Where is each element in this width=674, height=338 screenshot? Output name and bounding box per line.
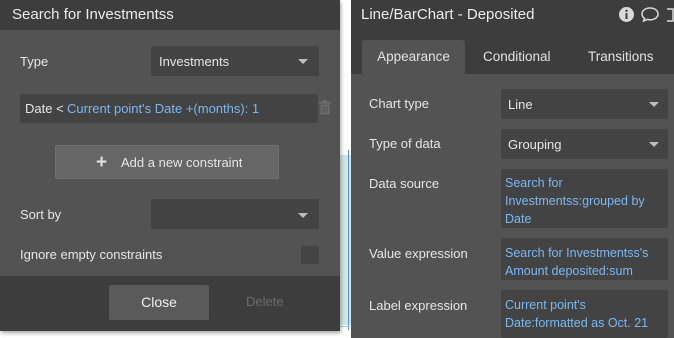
sort-by-dropdown[interactable] [151, 199, 319, 229]
property-tabs: Appearance Conditional Transitions [351, 30, 674, 74]
type-label: Type [20, 54, 49, 69]
info-icon[interactable] [619, 7, 634, 22]
type-dropdown[interactable]: Investments [151, 46, 319, 76]
trash-icon[interactable] [319, 100, 331, 115]
delete-button[interactable]: Delete [246, 294, 284, 309]
ignore-empty-checkbox[interactable] [301, 246, 319, 264]
chart-type-label: Chart type [369, 96, 429, 111]
type-of-data-dropdown[interactable]: Grouping [501, 129, 668, 159]
label-expression-field[interactable]: Current point's Date:formatted as Oct. 2… [501, 290, 668, 338]
value-expression-label: Value expression [369, 246, 468, 261]
search-panel-header[interactable]: Search for Investmentss [0, 0, 340, 30]
add-constraint-button[interactable]: + Add a new constraint [55, 145, 279, 179]
constraint-row[interactable]: Date < Current point's Date +(months): 1 [20, 94, 318, 123]
search-editor-panel: Search for Investmentss Type Investments… [0, 0, 340, 331]
constraint-field: Date < [25, 101, 64, 116]
canvas-element [338, 155, 352, 325]
label-expression-label: Label expression [369, 298, 468, 313]
comment-icon[interactable] [641, 7, 659, 22]
search-panel-footer: Close Delete [0, 276, 340, 331]
type-of-data-value: Grouping [508, 137, 562, 152]
value-expression[interactable]: Search for Investmentss's Amount deposit… [505, 244, 648, 280]
label-expression[interactable]: Current point's Date:formatted as Oct. 2… [505, 296, 648, 332]
chart-property-editor: Line/BarChart - Deposited Appearance Con… [351, 0, 674, 338]
value-expression-field[interactable]: Search for Investmentss's Amount deposit… [501, 238, 668, 280]
selection-guide [348, 150, 349, 330]
constraint-expression[interactable]: Current point's Date +(months): 1 [67, 101, 259, 116]
chevron-down-icon [298, 213, 308, 218]
search-panel-title: Search for Investmentss [12, 6, 174, 23]
data-source-field[interactable]: Search for Investmentss:grouped by Date [501, 169, 668, 228]
chevron-down-icon [649, 142, 659, 147]
tab-transitions[interactable]: Transitions [588, 40, 654, 74]
tab-appearance[interactable]: Appearance [362, 40, 465, 74]
chevron-down-icon [298, 59, 308, 64]
ignore-empty-label: Ignore empty constraints [20, 247, 163, 262]
data-source-expression[interactable]: Search for Investmentss:grouped by Date [505, 174, 645, 228]
chart-panel-title: Line/BarChart - Deposited [361, 6, 535, 23]
sort-by-label: Sort by [20, 207, 62, 222]
close-button[interactable]: Close [109, 285, 209, 320]
chart-type-value: Line [508, 97, 533, 112]
type-of-data-label: Type of data [369, 136, 441, 151]
add-constraint-label: Add a new constraint [121, 155, 243, 170]
plus-icon: + [96, 152, 108, 173]
chart-type-dropdown[interactable]: Line [501, 89, 668, 119]
chart-panel-header[interactable]: Line/BarChart - Deposited [351, 0, 674, 30]
overflow-icon[interactable] [665, 6, 674, 24]
chevron-down-icon [649, 102, 659, 107]
tab-conditional[interactable]: Conditional [483, 40, 551, 74]
type-dropdown-value: Investments [159, 54, 230, 69]
data-source-label: Data source [369, 176, 440, 191]
